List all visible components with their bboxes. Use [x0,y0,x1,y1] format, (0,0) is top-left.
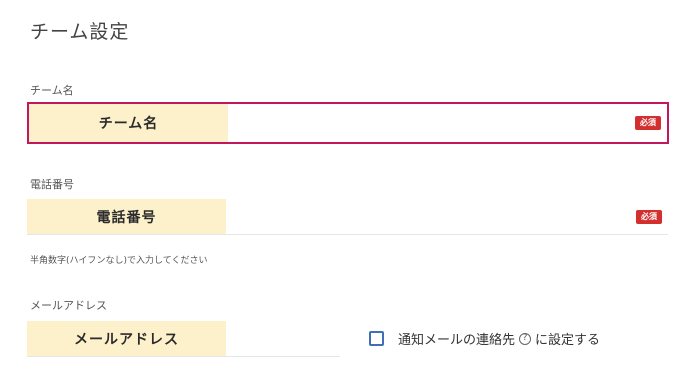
email-input[interactable] [226,321,340,356]
team-name-field[interactable]: チーム名 必須 [27,102,669,144]
team-settings-page: チーム設定 チーム名 チーム名 必須 電話番号 電話番号 必須 半角数字(ハイフ… [0,0,694,372]
required-badge: 必須 [635,116,661,130]
phone-prefix: 電話番号 [27,199,226,234]
email-prefix: メールアドレス [27,321,226,356]
email-label: メールアドレス [30,299,107,312]
phone-hint: 半角数字(ハイフンなし)で入力してください [30,256,208,266]
notify-email-option[interactable]: 通知メールの連絡先 ? に設定する [369,329,600,348]
phone-field[interactable]: 電話番号 必須 [27,199,668,235]
notify-email-label: 通知メールの連絡先 [398,333,516,348]
team-name-prefix: チーム名 [29,104,228,142]
phone-label: 電話番号 [30,178,74,191]
email-field[interactable]: メールアドレス [27,321,340,357]
help-circle-icon[interactable]: ? [519,332,532,345]
notify-email-checkbox[interactable] [369,331,384,346]
required-badge: 必須 [636,209,662,224]
team-name-input[interactable] [228,104,635,142]
phone-input[interactable] [226,199,636,234]
notify-email-label-suffix: に設定する [535,333,601,348]
team-name-label: チーム名 [30,84,74,97]
page-title: チーム設定 [30,21,130,43]
